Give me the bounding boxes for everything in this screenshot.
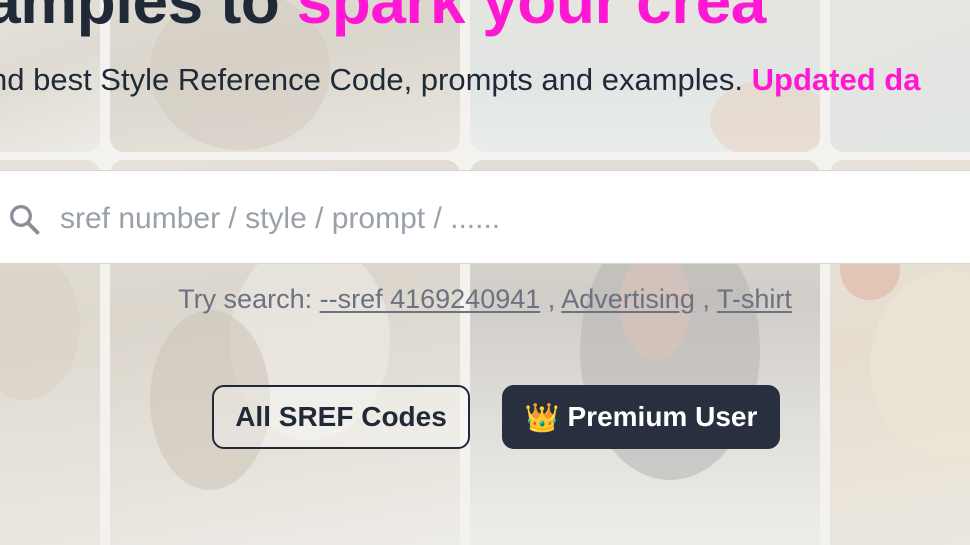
crown-icon: 👑 xyxy=(524,401,560,433)
premium-user-button[interactable]: 👑 Premium User xyxy=(502,385,780,449)
try-search-separator: , xyxy=(694,284,717,314)
premium-user-label: Premium User xyxy=(567,401,758,432)
hero-title-accent: spark your crea xyxy=(296,0,767,37)
try-search-label: Try search: xyxy=(178,284,320,314)
try-search-link-tshirt[interactable]: T-shirt xyxy=(717,284,792,314)
try-search-row: Try search: --sref 4169240941 , Advertis… xyxy=(0,284,970,315)
hero-subtitle-text: nd best Style Reference Code, prompts an… xyxy=(0,62,752,97)
hero-subtitle: nd best Style Reference Code, prompts an… xyxy=(0,62,920,98)
updated-daily-text: Updated da xyxy=(751,62,921,97)
all-sref-codes-label: All SREF Codes xyxy=(235,401,447,432)
page: xamples to spark your crea nd best Style… xyxy=(0,0,970,545)
hero-title-text: xamples to xyxy=(0,0,280,37)
all-sref-codes-button[interactable]: All SREF Codes xyxy=(212,385,470,449)
try-search-separator: , xyxy=(540,284,562,314)
try-search-link-sref[interactable]: --sref 4169240941 xyxy=(320,284,541,314)
try-search-link-advertising[interactable]: Advertising xyxy=(561,284,695,314)
hero-title: xamples to spark your crea xyxy=(0,0,766,38)
search-input[interactable] xyxy=(58,191,962,247)
search-icon[interactable] xyxy=(6,201,42,237)
search-bar xyxy=(0,170,970,264)
